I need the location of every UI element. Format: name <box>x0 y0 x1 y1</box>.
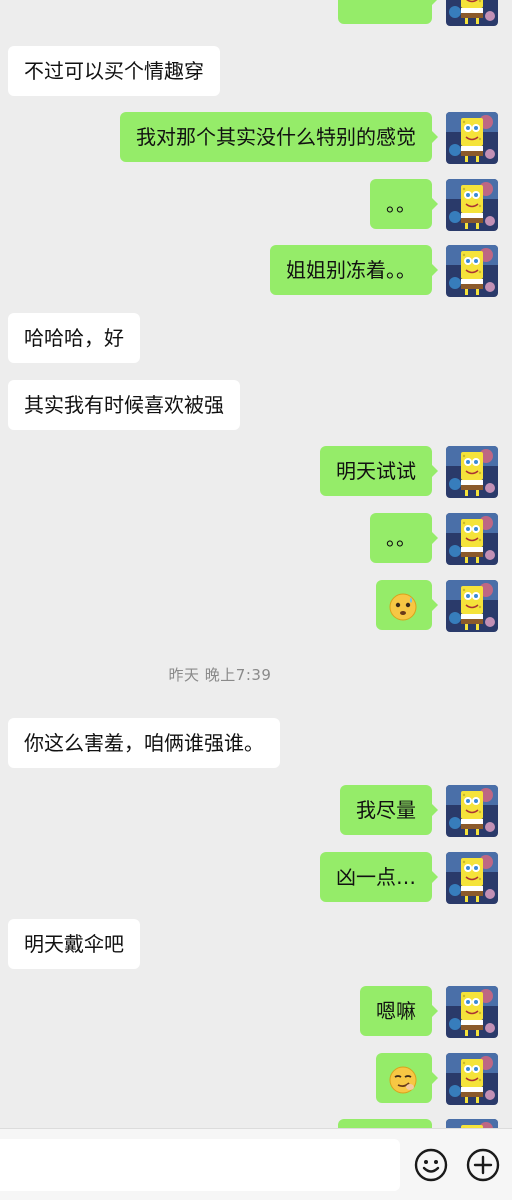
emoji-message-bubble[interactable] <box>376 1053 438 1103</box>
message-row: 嗯嘛 <box>0 986 512 1038</box>
message-bubble[interactable]: 。。 <box>370 179 438 229</box>
avatar[interactable] <box>446 785 498 837</box>
message-bubble[interactable]: 其实我有时候喜欢被强 <box>8 380 240 430</box>
message-row <box>0 0 512 26</box>
smirk-emoji-icon <box>389 1066 417 1094</box>
avatar[interactable] <box>446 245 498 297</box>
message-bubble[interactable]: 明天戴伞吧 <box>8 919 140 969</box>
message-row <box>0 1053 512 1105</box>
avatar[interactable] <box>446 1053 498 1105</box>
avatar[interactable] <box>446 852 498 904</box>
emoji-message-bubble[interactable] <box>376 580 438 630</box>
message-row: 姐姐别冻着。。 <box>0 245 512 297</box>
input-bar <box>0 1128 512 1200</box>
message-bubble[interactable]: 。。 <box>370 513 438 563</box>
message-row: 我对那个其实没什么特别的感觉 <box>0 112 512 164</box>
avatar[interactable] <box>446 0 498 26</box>
smiley-face-icon[interactable] <box>413 1147 449 1183</box>
message-row: 其实我有时候喜欢被强 <box>0 380 512 432</box>
message-bubble[interactable]: 我对那个其实没什么特别的感觉 <box>120 112 438 162</box>
message-row: 哈哈哈，好 <box>0 313 512 365</box>
message-bubble[interactable]: 嗯嘛 <box>360 986 438 1036</box>
message-bubble[interactable]: 你这么害羞，咱俩谁强谁。 <box>8 718 280 768</box>
message-row: 明天戴伞吧 <box>0 919 512 971</box>
message-bubble[interactable]: 明天试试 <box>320 446 438 496</box>
avatar[interactable] <box>446 112 498 164</box>
timestamp-label: 昨天 晚上7:39 <box>168 666 272 684</box>
message-bubble[interactable]: 凶一点… <box>320 852 438 902</box>
message-row: 明天试试 <box>0 446 512 498</box>
message-row: 不过可以买个情趣穿 <box>0 46 512 98</box>
avatar[interactable] <box>446 179 498 231</box>
message-input[interactable] <box>0 1139 400 1191</box>
message-row: 。。 <box>0 513 512 565</box>
message-row: 我尽量 <box>0 785 512 837</box>
message-row: 凶一点… <box>0 852 512 904</box>
message-row: 你这么害羞，咱俩谁强谁。 <box>0 718 512 770</box>
avatar[interactable] <box>446 446 498 498</box>
message-bubble[interactable]: 不过可以买个情趣穿 <box>8 46 220 96</box>
awkward-emoji-icon <box>389 593 417 621</box>
message-bubble[interactable]: 我尽量 <box>340 785 438 835</box>
message-bubble[interactable]: 哈哈哈，好 <box>8 313 140 363</box>
message-bubble[interactable] <box>338 0 438 24</box>
avatar[interactable] <box>446 580 498 632</box>
avatar[interactable] <box>446 986 498 1038</box>
message-row <box>0 580 512 632</box>
chat-window: 不过可以买个情趣穿 我对那个其实没什么特别的感觉 。。 姐姐别冻着。。 哈哈哈，… <box>0 0 512 1200</box>
avatar[interactable] <box>446 513 498 565</box>
message-row: 。。 <box>0 179 512 231</box>
plus-circle-icon[interactable] <box>465 1147 501 1183</box>
message-bubble[interactable]: 姐姐别冻着。。 <box>270 245 438 295</box>
